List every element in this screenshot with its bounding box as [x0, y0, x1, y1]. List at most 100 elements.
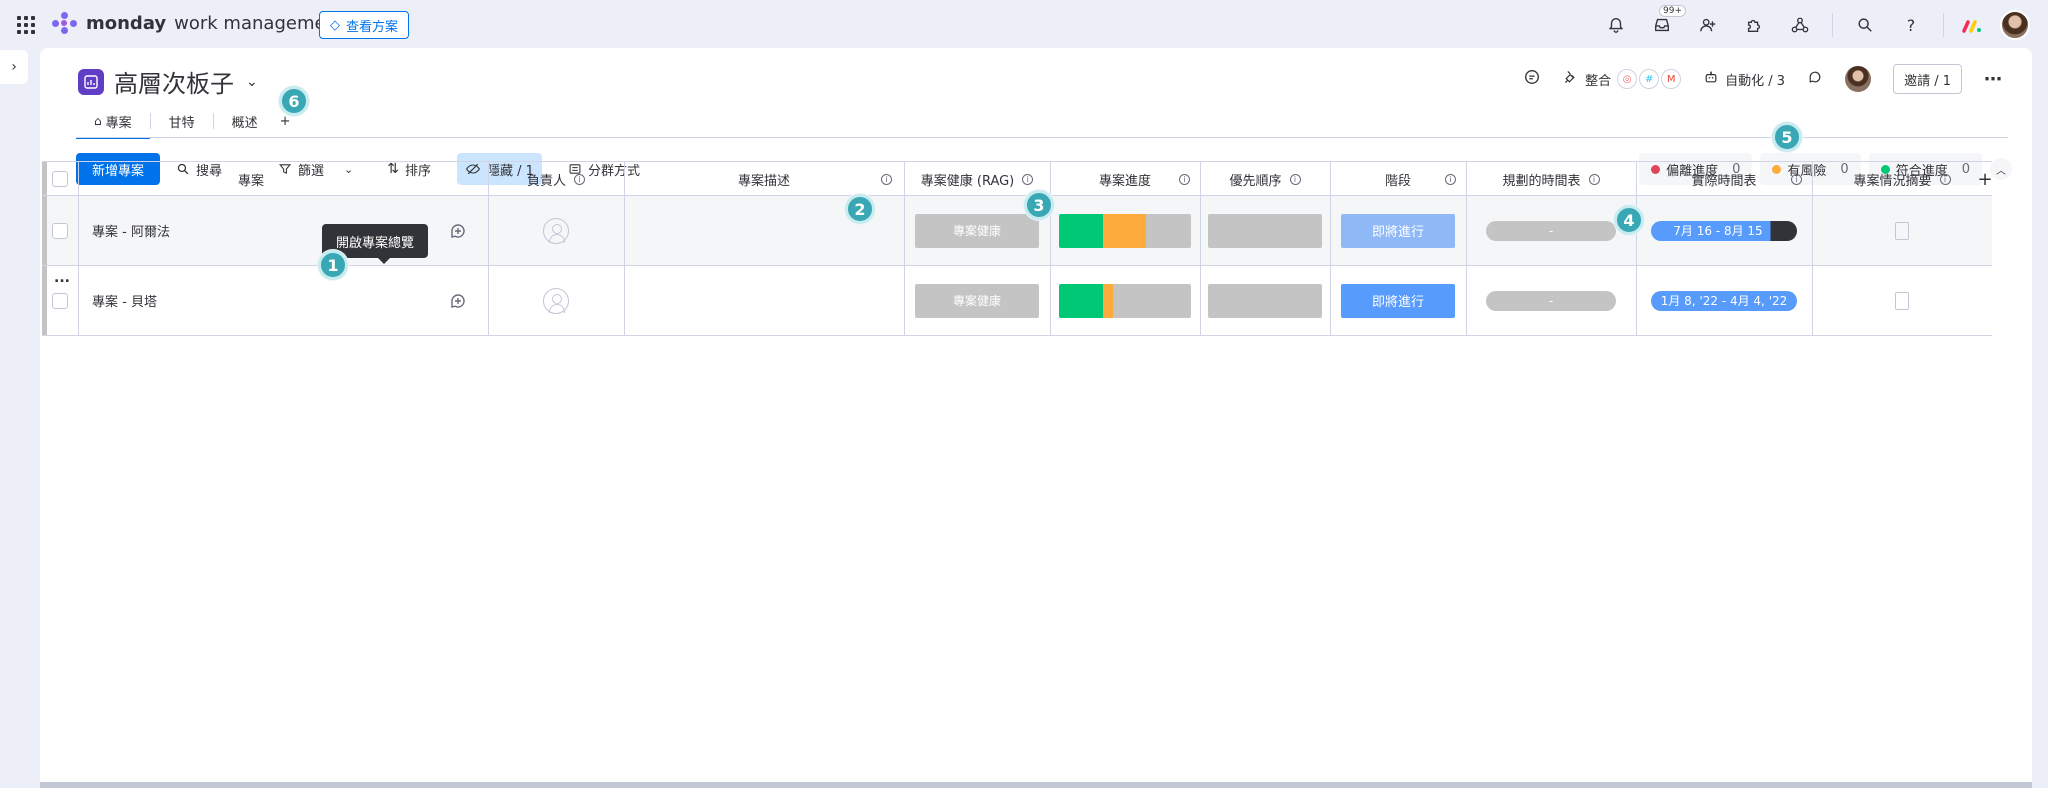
tab-label: 專案	[105, 115, 132, 131]
info-icon[interactable]: i	[1588, 174, 1600, 185]
row-menu-icon[interactable]: ...	[54, 270, 70, 286]
priority-cell[interactable]	[1200, 196, 1330, 265]
planned-timeline: -	[1486, 220, 1616, 241]
info-icon[interactable]: i	[1179, 174, 1190, 185]
column-label: 專案描述	[737, 174, 790, 189]
health-status: 專案健康	[915, 283, 1039, 318]
column-stage[interactable]: 階段 i	[1330, 162, 1466, 197]
stage-cell[interactable]: 即將進行	[1330, 266, 1466, 335]
actual-timeline-cell[interactable]: 1月 8, '22 - 4月 4, '22	[1636, 266, 1812, 335]
tab-projects[interactable]: ⌂ 專案	[76, 104, 150, 139]
info-icon[interactable]: i	[1445, 174, 1456, 185]
board-chat-button[interactable]	[1807, 69, 1823, 89]
comment-icon	[1807, 69, 1823, 89]
column-progress[interactable]: 專案進度 i	[1050, 162, 1200, 198]
invite-member-icon[interactable]	[1694, 11, 1722, 39]
stage-cell[interactable]: 即將進行	[1330, 196, 1466, 265]
column-health[interactable]: 專案健康 (RAG) i	[904, 162, 1050, 197]
automations-button[interactable]: 自動化 / 3	[1703, 69, 1785, 89]
planned-timeline-cell[interactable]: -	[1466, 266, 1636, 335]
inbox-badge: 99+	[1659, 5, 1686, 17]
info-icon[interactable]: i	[574, 174, 585, 185]
summary-cell[interactable]	[1812, 266, 1992, 335]
select-all-checkbox[interactable]	[52, 171, 68, 187]
owner-cell[interactable]	[488, 196, 624, 265]
column-summary[interactable]: 專案情況摘要 i	[1812, 162, 1992, 197]
horizontal-scrollbar[interactable]	[40, 782, 2032, 788]
integrate-button[interactable]: 整合 ◎ # M	[1563, 69, 1682, 89]
chevron-right-icon: ›	[11, 59, 17, 75]
table-header: 專案 負責人 i 專案描述 i 專案健康 (RAG) i 專案進度 i 優先順序 i 階段…	[42, 161, 1993, 198]
more-options-icon[interactable]: ⋯	[1984, 69, 2002, 90]
person-placeholder-icon	[543, 217, 569, 244]
automations-label: 自動化 / 3	[1725, 73, 1786, 89]
column-actual-timeline[interactable]: 實際時間表 i	[1636, 162, 1812, 198]
column-label: 專案	[237, 174, 264, 189]
home-icon: ⌂	[94, 114, 102, 128]
group-color-bar	[42, 196, 47, 265]
invite-button[interactable]: 邀請 / 1	[1893, 64, 1962, 94]
project-name: 專案 - 貝塔	[92, 295, 157, 310]
progress-bar	[1059, 283, 1191, 318]
column-priority[interactable]: 優先順序 i	[1200, 162, 1330, 197]
callout-2: 2	[845, 194, 875, 224]
stage-status: 即將進行	[1341, 213, 1455, 248]
see-plans-button[interactable]: ◇ 查看方案	[319, 11, 410, 39]
info-icon[interactable]: i	[1289, 174, 1301, 185]
add-update-icon[interactable]	[448, 196, 468, 265]
owner-cell[interactable]	[488, 266, 624, 335]
health-cell[interactable]: 專案健康	[904, 266, 1050, 335]
info-icon[interactable]: i	[1791, 174, 1802, 185]
help-icon[interactable]: ?	[1897, 11, 1925, 39]
info-icon[interactable]: i	[1939, 174, 1951, 185]
invite-label: 邀請 / 1	[1904, 73, 1951, 89]
column-label: 專案健康 (RAG)	[920, 174, 1015, 189]
logo[interactable]: monday work management	[52, 12, 344, 34]
column-label: 優先順序	[1229, 174, 1282, 189]
board-title[interactable]: 高層次板子	[114, 64, 234, 99]
column-planned-timeline[interactable]: 規劃的時間表 i	[1466, 162, 1636, 197]
column-description[interactable]: 專案描述 i	[624, 162, 904, 197]
actual-timeline-cell[interactable]: 7月 16 - 8月 15	[1636, 196, 1812, 265]
info-icon[interactable]: i	[881, 174, 892, 185]
callout-6: 6	[279, 86, 309, 116]
progress-segment	[1146, 213, 1191, 248]
search-icon[interactable]	[1851, 11, 1879, 39]
row-checkbox[interactable]	[52, 223, 68, 239]
info-icon[interactable]: i	[1022, 174, 1034, 185]
updates-button[interactable]	[1523, 68, 1541, 90]
monday-logo-icon	[52, 12, 78, 34]
divider	[78, 266, 79, 335]
user-avatar[interactable]	[2000, 10, 2030, 40]
summary-cell[interactable]	[1812, 196, 1992, 265]
gmail-icon: M	[1661, 69, 1682, 89]
chevron-down-icon[interactable]: ⌄	[246, 74, 258, 90]
row-checkbox[interactable]	[52, 293, 68, 309]
planned-timeline-cell[interactable]: -	[1466, 196, 1636, 265]
inbox-icon[interactable]: 99+	[1648, 5, 1686, 39]
progress-cell	[1050, 266, 1200, 335]
column-label: 負責人	[526, 174, 566, 189]
column-project[interactable]: 專案	[78, 162, 424, 197]
monday-mini-logo-icon[interactable]	[1962, 18, 1982, 33]
actual-timeline-label: 1月 8, '22 - 4月 4, '22	[1660, 294, 1788, 308]
apps-grid-icon[interactable]	[17, 16, 35, 34]
priority-status	[1208, 213, 1322, 248]
tab-gantt[interactable]: 甘特	[151, 104, 213, 138]
priority-cell[interactable]	[1200, 266, 1330, 335]
column-owner[interactable]: 負責人 i	[488, 162, 624, 197]
puzzle-icon[interactable]	[1740, 11, 1768, 39]
description-cell[interactable]	[624, 266, 904, 335]
board-member-avatar[interactable]	[1845, 66, 1872, 92]
tabs-divider	[76, 137, 2008, 138]
divider	[78, 196, 79, 265]
hierarchy-icon[interactable]	[1786, 11, 1814, 39]
project-name-cell[interactable]: 專案 - 阿爾法	[92, 196, 312, 265]
add-column-icon[interactable]: +	[1972, 162, 1998, 197]
add-update-icon[interactable]	[448, 266, 468, 335]
sidebar-expand-button[interactable]: ›	[0, 50, 28, 84]
progress-segment	[1102, 283, 1114, 318]
tab-overview[interactable]: 概述	[214, 104, 276, 138]
project-name-cell[interactable]: 專案 - 貝塔	[92, 266, 312, 335]
bell-icon[interactable]	[1602, 11, 1630, 39]
